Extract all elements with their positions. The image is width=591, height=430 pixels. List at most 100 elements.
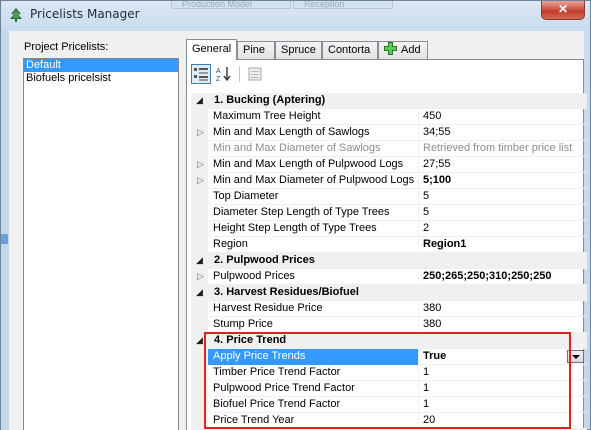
category-name: 4. Price Trend <box>214 334 287 346</box>
property-value[interactable]: 1 <box>419 381 585 397</box>
row-gutter <box>191 349 208 365</box>
general-tab-panel: A Z ◢ 1. Bucking (Aptering) Maximum Tree H… <box>186 59 587 430</box>
property-value[interactable]: True <box>419 349 585 365</box>
tab-pine[interactable]: Pine <box>237 41 275 59</box>
tab-spruce[interactable]: Spruce <box>275 41 322 59</box>
property-value[interactable]: 1 <box>419 365 585 381</box>
row-gutter <box>191 413 208 429</box>
collapse-arrow-icon[interactable]: ◢ <box>196 93 203 108</box>
collapse-arrow-icon[interactable]: ◢ <box>196 253 203 268</box>
pricelists-manager-window: Pricelists Manager Production Model Rece… <box>0 0 591 430</box>
background-tab-reception: Reception <box>293 1 393 9</box>
property-name: Min and Max Diameter of Pulpwood Logs <box>208 173 419 189</box>
property-value[interactable]: 20 <box>419 413 585 429</box>
grid-property-row[interactable]: ▷ Pulpwood Prices 250;265;250;310;250;250 <box>191 269 587 285</box>
property-name: Biofuel Price Trend Factor <box>208 397 419 413</box>
sort-alphabetical-icon: A Z <box>216 67 231 83</box>
tab-add[interactable]: Add <box>378 41 428 59</box>
grid-property-row[interactable]: Apply Price Trends True <box>191 349 587 365</box>
property-name: Pulpwood Prices <box>208 269 419 285</box>
property-value[interactable]: 5;100 <box>419 173 585 189</box>
grid-property-row[interactable]: Top Diameter 5 <box>191 189 587 205</box>
property-value[interactable]: 380 <box>419 301 585 317</box>
row-gutter <box>191 109 208 125</box>
collapse-arrow-icon[interactable]: ◢ <box>196 333 203 348</box>
property-value[interactable]: 5 <box>419 205 585 221</box>
property-value[interactable]: 27;55 <box>419 157 585 173</box>
category-name: 1. Bucking (Aptering) <box>214 94 326 106</box>
app-logo-icon <box>10 8 22 22</box>
property-name: Min and Max Diameter of Sawlogs <box>208 141 419 157</box>
row-gutter <box>191 317 208 333</box>
grid-property-row[interactable]: Height Step Length of Type Trees 2 <box>191 221 587 237</box>
sort-alphabetical-button[interactable]: A Z <box>214 64 234 84</box>
grid-property-row[interactable]: ▷ Min and Max Length of Sawlogs 34;55 <box>191 125 587 141</box>
pricelist-item-default[interactable]: Default <box>24 59 178 72</box>
grid-category-row[interactable]: ◢ 3. Harvest Residues/Biofuel <box>191 285 587 301</box>
property-value[interactable]: Retrieved from timber price list <box>419 141 585 157</box>
grid-property-row[interactable]: Region Region1 <box>191 237 587 253</box>
property-value[interactable]: 34;55 <box>419 125 585 141</box>
grid-property-row[interactable]: Diameter Step Length of Type Trees 5 <box>191 205 587 221</box>
grid-property-row[interactable]: Price Trend Year 20 <box>191 413 587 429</box>
window-left-border <box>1 31 9 430</box>
row-gutter <box>191 205 208 221</box>
row-gutter <box>191 365 208 381</box>
property-name: Apply Price Trends <box>208 349 419 365</box>
expand-arrow-icon[interactable]: ▷ <box>197 269 204 284</box>
property-name: Pulpwood Price Trend Factor <box>208 381 419 397</box>
window-title: Pricelists Manager <box>30 7 140 21</box>
grid-property-row[interactable]: Maximum Tree Height 450 <box>191 109 587 125</box>
property-name: Top Diameter <box>208 189 419 205</box>
grid-property-row[interactable]: Pulpwood Price Trend Factor 1 <box>191 381 587 397</box>
toolbar-separator <box>239 66 240 82</box>
title-bar[interactable]: Pricelists Manager Production Model Rece… <box>1 1 590 29</box>
expand-arrow-icon[interactable]: ▷ <box>197 125 204 140</box>
grid-category-row[interactable]: ◢ 2. Pulpwood Prices <box>191 253 587 269</box>
grid-category-row[interactable]: ◢ 1. Bucking (Aptering) <box>191 93 587 109</box>
property-value[interactable]: 380 <box>419 317 585 333</box>
grid-property-row[interactable]: ▷ Min and Max Diameter of Pulpwood Logs 5;… <box>191 173 587 189</box>
property-name: Min and Max Length of Sawlogs <box>208 125 419 141</box>
property-value[interactable]: 2 <box>419 221 585 237</box>
categorized-view-icon <box>194 68 208 81</box>
grid-property-row[interactable]: Min and Max Diameter of Sawlogs Retrieved… <box>191 141 587 157</box>
row-gutter <box>191 237 208 253</box>
tab-general[interactable]: General <box>186 39 237 60</box>
row-gutter <box>191 221 208 237</box>
grid-property-row[interactable]: Harvest Residue Price 380 <box>191 301 587 317</box>
row-gutter <box>191 301 208 317</box>
client-area: Project Pricelists: Default Biofuels pri… <box>9 31 587 430</box>
grid-property-row[interactable]: Stump Price 380 <box>191 317 587 333</box>
property-value[interactable]: 250;265;250;310;250;250 <box>419 269 585 285</box>
collapse-arrow-icon[interactable]: ◢ <box>196 285 203 300</box>
property-name: Region <box>208 237 419 253</box>
close-icon: ✕ <box>557 2 569 16</box>
project-pricelists-list[interactable]: Default Biofuels pricelsist <box>23 58 179 430</box>
property-grid[interactable]: ◢ 1. Bucking (Aptering) Maximum Tree Heigh… <box>191 93 587 430</box>
grid-property-row[interactable]: ▷ Min and Max Length of Pulpwood Logs 27;5… <box>191 157 587 173</box>
grid-property-row[interactable]: Timber Price Trend Factor 1 <box>191 365 587 381</box>
side-marker-icon <box>1 234 8 244</box>
grid-property-row[interactable]: Biofuel Price Trend Factor 1 <box>191 397 587 413</box>
property-name: Timber Price Trend Factor <box>208 365 419 381</box>
expand-arrow-icon[interactable]: ▷ <box>197 173 204 188</box>
property-value[interactable]: 1 <box>419 397 585 413</box>
row-gutter <box>191 381 208 397</box>
property-value[interactable]: 450 <box>419 109 585 125</box>
expand-arrow-icon[interactable]: ▷ <box>197 157 204 172</box>
svg-text:A: A <box>216 68 221 75</box>
close-button[interactable]: ✕ <box>541 1 585 20</box>
plus-icon <box>384 42 397 55</box>
property-name: Diameter Step Length of Type Trees <box>208 205 419 221</box>
grid-category-row[interactable]: ◢ 4. Price Trend <box>191 333 587 349</box>
row-gutter <box>191 141 208 157</box>
tab-contorta[interactable]: Contorta <box>322 41 378 59</box>
property-value[interactable]: 5 <box>419 189 585 205</box>
pricelist-item-biofuels[interactable]: Biofuels pricelsist <box>24 72 178 85</box>
row-gutter <box>191 189 208 205</box>
property-value[interactable]: Region1 <box>419 237 585 253</box>
categorized-view-button[interactable] <box>191 64 211 84</box>
dropdown-arrow-button[interactable] <box>567 350 584 363</box>
property-pages-button[interactable] <box>245 64 265 84</box>
